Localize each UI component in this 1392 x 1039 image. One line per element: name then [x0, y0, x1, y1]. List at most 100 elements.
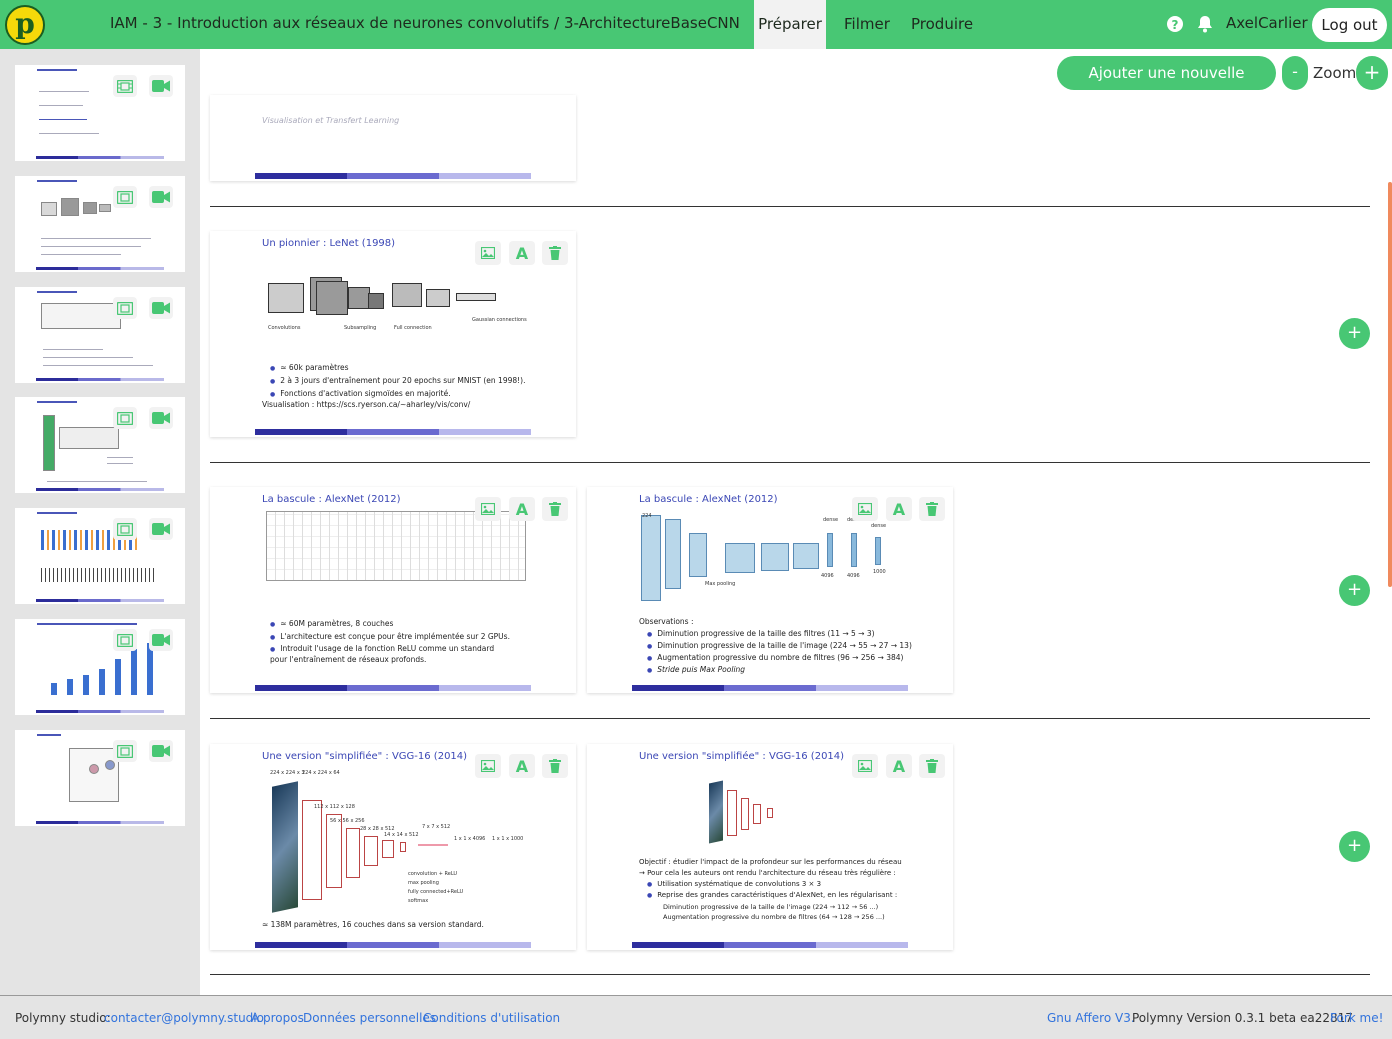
bullet-item: L'architecture est conçue pour être impl… [270, 631, 510, 644]
logout-button[interactable]: Log out [1312, 8, 1387, 42]
slide-text-button[interactable]: A [509, 241, 535, 265]
slide-thumbnail[interactable] [15, 508, 185, 604]
slide-card[interactable]: Une version "simplifiée" : VGG-16 (2014)… [210, 744, 576, 950]
thumb-record-button[interactable] [149, 75, 173, 97]
slide-delete-button[interactable] [542, 497, 568, 521]
footer-privacy-link[interactable]: Données personnelles [303, 1011, 436, 1025]
slide-delete-button[interactable] [919, 754, 945, 778]
thumb-text-line [107, 463, 133, 464]
figure-label: 224 x 224 x 3 [270, 770, 305, 776]
footer-terms-link[interactable]: Conditions d'utilisation [423, 1011, 560, 1025]
video-camera-icon [152, 80, 170, 92]
add-to-row-button[interactable]: + [1339, 575, 1370, 606]
slide-image-button[interactable] [475, 241, 501, 265]
slide-thumbnail[interactable] [15, 176, 185, 272]
page-footer: Polymny studio: contacter@polymny.studio… [0, 995, 1392, 1039]
footer-fork-link[interactable]: Fork me! [1330, 1011, 1383, 1025]
conv-block [346, 828, 360, 878]
slide-card[interactable]: Visualisation et Transfert Learning [210, 95, 576, 181]
slide-thumbnail[interactable] [15, 65, 185, 161]
zoom-in-button[interactable]: + [1356, 56, 1388, 90]
zoom-out-button[interactable]: - [1282, 56, 1308, 90]
conv-block [753, 804, 761, 824]
scrollbar[interactable] [1388, 182, 1392, 587]
thumb-film-button[interactable] [113, 740, 137, 762]
slide-thumbnail[interactable] [15, 397, 185, 493]
bullet-item: Augmentation progressive du nombre de fi… [647, 652, 912, 664]
footer-about-link[interactable]: A propos [251, 1011, 304, 1025]
bell-icon[interactable] [1197, 15, 1215, 33]
slide-image-button[interactable] [475, 754, 501, 778]
thumb-record-button[interactable] [149, 740, 173, 762]
row-divider [210, 462, 1370, 463]
slide-thumbnail[interactable] [15, 730, 185, 826]
thumb-figure [83, 202, 97, 214]
slide-text-button[interactable]: A [886, 497, 912, 521]
thumb-text-line [43, 365, 153, 366]
legend-item: max pooling [408, 880, 439, 886]
slide-text-button[interactable]: A [886, 754, 912, 778]
thumb-film-button[interactable] [113, 629, 137, 651]
slide-title: Une version "simplifiée" : VGG-16 (2014) [639, 751, 845, 762]
footer-license-link[interactable]: Gnu Affero V3. [1047, 1011, 1135, 1025]
image-icon [858, 760, 872, 772]
breadcrumb[interactable]: IAM - 3 - Introduction aux réseaux de ne… [110, 14, 740, 32]
tab-filmer[interactable]: Filmer [837, 0, 897, 49]
thumb-figure [59, 427, 119, 449]
footer-contact-link[interactable]: contacter@polymny.studio [104, 1011, 264, 1025]
thumb-film-button[interactable] [113, 297, 137, 319]
slide-card[interactable]: La bascule : AlexNet (2012) ≃ 60M paramè… [210, 487, 576, 693]
thumb-text-line [39, 105, 83, 106]
thumb-film-button[interactable] [113, 186, 137, 208]
tab-produire[interactable]: Produire [904, 0, 980, 49]
thumb-film-button[interactable] [113, 75, 137, 97]
bullet-item: Reprise des grandes caractéristiques d'A… [647, 890, 897, 901]
user-name[interactable]: AxelCarlier [1226, 14, 1308, 32]
slide-card[interactable]: Une version "simplifiée" : VGG-16 (2014)… [587, 744, 953, 950]
add-to-row-button[interactable]: + [1339, 318, 1370, 349]
thumb-film-button[interactable] [113, 407, 137, 429]
thumb-bar [51, 683, 57, 695]
slide-delete-button[interactable] [919, 497, 945, 521]
slide-card[interactable]: La bascule : AlexNet (2012) dense dense … [587, 487, 953, 693]
thumb-record-button[interactable] [149, 407, 173, 429]
film-icon [117, 633, 133, 647]
slide-image-button[interactable] [475, 497, 501, 521]
video-camera-icon [152, 412, 170, 424]
bullet-item: Diminution progressive de la taille des … [647, 628, 912, 640]
lenet-figure: Convolutions Subsampling Full connection… [266, 253, 527, 333]
thumb-figure [41, 303, 121, 329]
slide-text-button[interactable]: A [509, 497, 535, 521]
legend-item: softmax [408, 898, 429, 904]
slide-thumbnail[interactable] [15, 287, 185, 383]
slide-card[interactable]: Un pionnier : LeNet (1998) Convolutions … [210, 231, 576, 437]
slide-delete-button[interactable] [542, 754, 568, 778]
slide-bullets: ≃ 60M paramètres, 8 couches L'architectu… [270, 618, 510, 665]
film-icon [117, 744, 133, 758]
slide-image-button[interactable] [852, 754, 878, 778]
slide-footer-bar [255, 173, 531, 179]
slide-delete-button[interactable] [542, 241, 568, 265]
thumb-record-button[interactable] [149, 518, 173, 540]
thumb-film-button[interactable] [113, 518, 137, 540]
slide-image-button[interactable] [852, 497, 878, 521]
help-icon[interactable]: ? [1167, 16, 1183, 32]
thumb-record-button[interactable] [149, 186, 173, 208]
fc-layer [418, 844, 448, 846]
bullet-item: ≃ 60k paramètres [270, 362, 525, 375]
add-to-row-button[interactable]: + [1339, 831, 1370, 862]
tab-preparer[interactable]: Préparer [754, 0, 826, 49]
thumb-text-line [47, 481, 147, 482]
conv-block [727, 790, 737, 836]
thumb-record-button[interactable] [149, 297, 173, 319]
slide-footer-bar [255, 942, 531, 948]
conv-block [302, 800, 322, 900]
slides-sidebar [0, 49, 200, 995]
slide-thumbnail[interactable] [15, 619, 185, 715]
slide-text-button[interactable]: A [509, 754, 535, 778]
polymny-logo[interactable]: p [5, 5, 45, 45]
add-slide-button[interactable]: Ajouter une nouvelle planche [1057, 56, 1276, 116]
slide-footer-bar [632, 942, 908, 948]
bullet-item: 2 à 3 jours d'entraînement pour 20 epoch… [270, 375, 525, 388]
thumb-record-button[interactable] [149, 629, 173, 651]
